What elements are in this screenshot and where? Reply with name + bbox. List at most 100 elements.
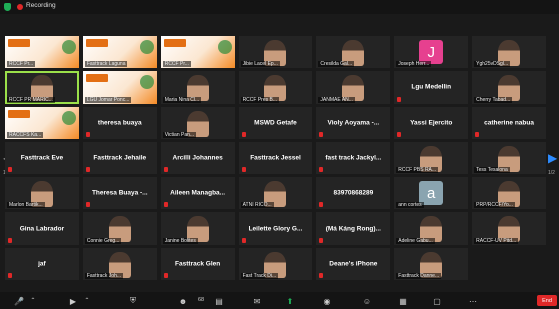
muted-microphone-icon (475, 131, 480, 137)
more-icon[interactable]: ⋯ (468, 296, 478, 306)
participant-tile[interactable]: RCCF Pres B... (238, 71, 313, 104)
participant-tile[interactable]: Gina Labrador (5, 212, 79, 245)
muted-microphone-icon (241, 131, 246, 137)
participants-count: 68 (198, 297, 205, 303)
participant-tile[interactable]: Aileen Managba... (160, 177, 235, 210)
participant-tile[interactable]: RACCFS Ka... (5, 106, 79, 139)
participant-name: Lgu Medellin (411, 83, 452, 91)
participant-tile[interactable]: Yassi Ejercito (394, 106, 469, 139)
participant-tile[interactable]: Lgu Medellin (394, 71, 469, 104)
participant-name: 83970868289 (333, 189, 374, 197)
polls-icon[interactable]: ▤ (214, 296, 224, 306)
participant-tile[interactable]: Maria Nina Cl... (160, 71, 235, 104)
reactions-icon[interactable]: ☺ (362, 296, 372, 306)
participant-tile[interactable]: Fast Track Di... (238, 247, 313, 280)
participant-tile[interactable]: RCCF Pr... (5, 36, 79, 69)
participant-name-label: RACCF-UV Pitd... (474, 237, 519, 244)
participant-tile[interactable]: Arcilli Johannes (160, 141, 235, 175)
participant-tile[interactable]: Victian Pan... (160, 106, 235, 139)
page-indicator-right: 1/2 (548, 170, 555, 176)
participant-tile[interactable]: Fasttrack Joh... (82, 247, 157, 280)
participant-tile[interactable]: Marlon Bartik... (5, 177, 79, 210)
security-icon[interactable]: ⛨ (128, 296, 138, 306)
participant-name: catherine nabua (484, 119, 534, 127)
participant-tile[interactable]: RCCF PBS RA... (394, 141, 469, 175)
meeting-top-bar: Recording (0, 0, 559, 14)
participant-tile[interactable]: RCCF PR MARIC... (5, 71, 79, 104)
participant-tile[interactable]: PRP/RCCF/Yo... (472, 177, 546, 210)
participant-tile[interactable]: Adeline Gabu... (394, 212, 469, 245)
participant-tile[interactable]: 83970868289 (316, 177, 391, 210)
muted-microphone-icon (397, 131, 402, 137)
share-screen-icon[interactable]: ⬆ (285, 296, 295, 306)
participant-tile[interactable]: Fasttrack Glen (160, 247, 235, 280)
participant-tile[interactable]: Theresa Buaya -... (82, 177, 157, 210)
muted-microphone-icon (319, 131, 324, 137)
participant-tile[interactable]: catherine nabua (472, 106, 546, 139)
participant-tile[interactable]: Ygh25vDSgl... (472, 36, 546, 69)
microphone-icon[interactable]: 🎤 (14, 296, 24, 306)
participant-tile[interactable]: MSWD Getafe (238, 106, 313, 139)
participant-name-label: Fasttrack Danne... (396, 272, 442, 279)
muted-microphone-icon (163, 167, 168, 173)
participant-name: theresa buaya (97, 119, 142, 127)
participant-name-label: Adeline Gabu... (396, 237, 435, 244)
participant-tile[interactable]: Fasttrack Jessel (238, 141, 313, 175)
participant-name-label: LGU Jomar Ponc... (84, 96, 132, 103)
participant-tile[interactable]: Deane's iPhone (316, 247, 391, 280)
participant-name: jaf (38, 260, 46, 268)
muted-microphone-icon (319, 202, 324, 208)
participant-name-label: RACCFS Ka... (7, 131, 44, 138)
participant-name-label: Maria Nina Cl... (162, 96, 202, 103)
video-icon[interactable]: ▶ (68, 296, 78, 306)
muted-microphone-icon (241, 167, 246, 173)
participant-tile[interactable]: theresa buaya (82, 106, 157, 139)
apps-icon[interactable]: ▦ (398, 296, 408, 306)
participant-tile[interactable]: Fasttrack Danne... (394, 247, 469, 280)
participant-tile[interactable]: Fasttrack Laguna (82, 36, 157, 69)
participant-tile[interactable]: Tess Tesalona (472, 141, 546, 175)
record-icon[interactable]: ◉ (322, 296, 332, 306)
participant-name: Fasttrack Glen (175, 260, 221, 268)
participant-tile[interactable]: Fasttrack Jehaile (82, 141, 157, 175)
participant-name: Arcilli Johannes (172, 154, 223, 162)
participant-tile[interactable]: Cherry Tabad... (472, 71, 546, 104)
chat-icon[interactable]: ✉ (252, 296, 262, 306)
end-meeting-button[interactable]: End (537, 295, 557, 306)
chevron-up-icon[interactable]: ˆ (28, 296, 38, 306)
participant-name-label: RCCF Pr... (162, 61, 191, 68)
participant-tile[interactable]: Cresilda Gal... (316, 36, 391, 69)
participant-tile[interactable]: JANMAE AN... (316, 71, 391, 104)
participant-tile[interactable]: J Joseph Herr... (394, 36, 469, 69)
participant-tile[interactable]: ATNI RICO... (238, 177, 313, 210)
participant-tile[interactable]: Fasttrack Eve (5, 141, 79, 175)
participant-tile[interactable]: Jibie Lacel Ep... (238, 36, 313, 69)
participant-name: Leilette Glory G... (248, 225, 303, 233)
participant-tile[interactable]: fast track Jackyl... (316, 141, 391, 175)
participant-name-label: Fasttrack Laguna (84, 61, 128, 68)
participant-tile[interactable]: (Má Káng Rong)... (316, 212, 391, 245)
participant-tile[interactable]: jaf (5, 247, 79, 280)
participant-tile[interactable]: Leilette Glory G... (238, 212, 313, 245)
participant-name-label: Fast Track Di... (240, 272, 279, 279)
participant-tile[interactable]: Violy Aoyama -... (316, 106, 391, 139)
participants-icon[interactable]: ☻ (178, 296, 188, 306)
muted-microphone-icon (319, 167, 324, 173)
recording-icon (17, 4, 23, 10)
participant-tile[interactable]: Janine Bolites (160, 212, 235, 245)
participant-tile[interactable]: RACCF-UV Pitd... (472, 212, 546, 245)
next-page-arrow-icon[interactable]: ▶ (548, 152, 557, 164)
participant-name: Fasttrack Eve (20, 154, 64, 162)
muted-microphone-icon (8, 167, 12, 173)
participant-tile[interactable]: LGU Jomar Ponc... (82, 71, 157, 104)
participant-tile[interactable]: RCCF Pr... (160, 36, 235, 69)
participant-tile[interactable]: Connie Greg... (82, 212, 157, 245)
participant-name-label: Ygh25vDSgl... (474, 61, 511, 68)
encryption-shield-icon[interactable] (4, 3, 11, 11)
participant-gallery: RCCF Pr... Fasttrack Laguna RCCF Pr... Jibi… (5, 36, 546, 280)
muted-microphone-icon (163, 202, 168, 208)
chevron-up-icon[interactable]: ˆ (82, 296, 92, 306)
participant-tile[interactable]: a ann cortes (394, 177, 469, 210)
participant-name-label: ATNI RICO... (240, 202, 274, 209)
whiteboard-icon[interactable]: ▢ (432, 296, 442, 306)
